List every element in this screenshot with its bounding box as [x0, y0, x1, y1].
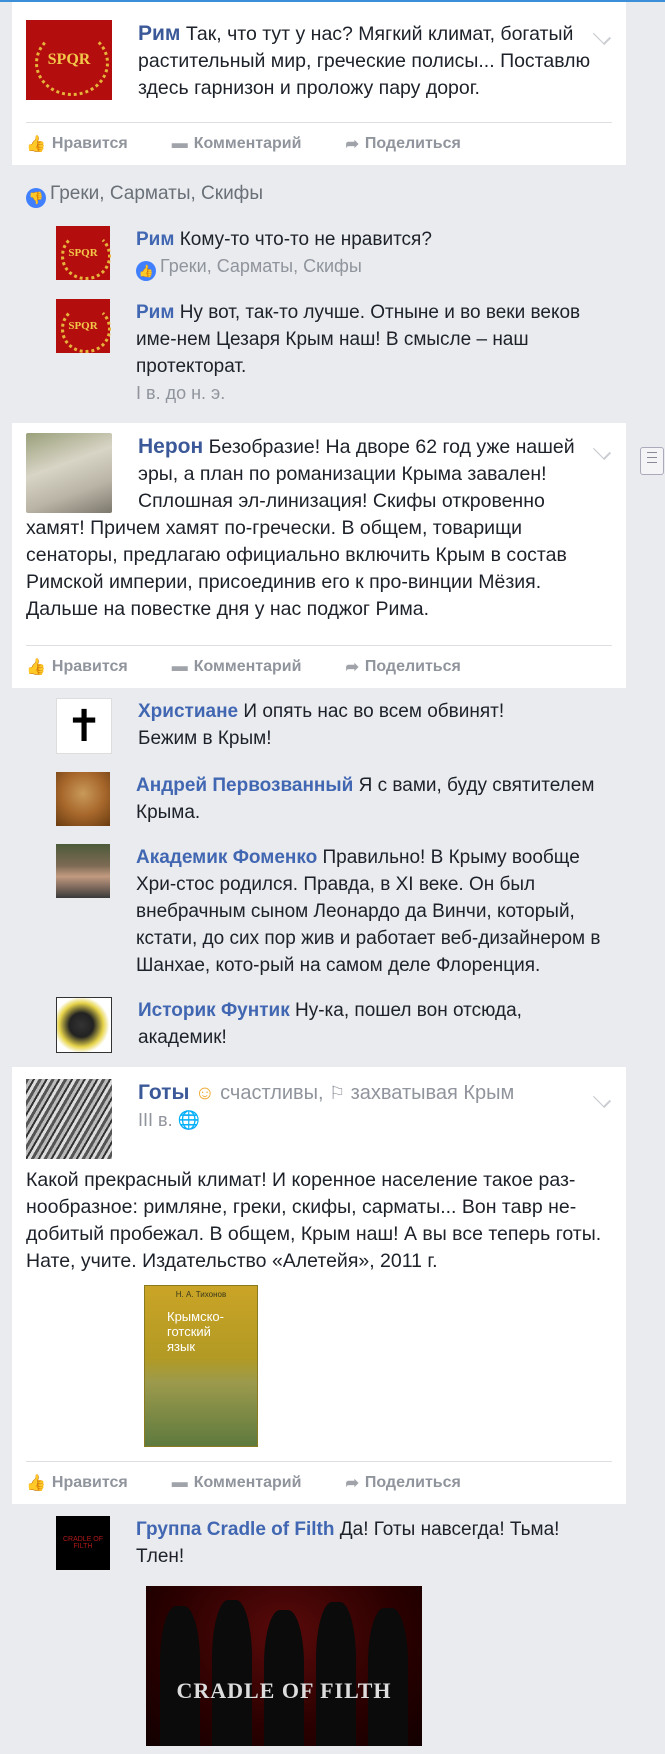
comment: Академик Фоменко Правильно! В Крыму вооб…: [12, 844, 626, 997]
comment-button[interactable]: ▬ Комментарий: [172, 135, 302, 153]
comment-icon: ▬: [171, 1474, 188, 1491]
like-button[interactable]: 👍 Нравится: [26, 657, 128, 677]
band-logo-text: CRADLE OF FILTH: [62, 1536, 104, 1550]
thumbs-up-icon: 👍: [26, 659, 46, 676]
cross-icon[interactable]: ✝: [56, 698, 112, 754]
comment: Историк Фунтик Ну-ка, пошел вон отсюда, …: [12, 997, 626, 1059]
avatar-text: SPQR: [47, 51, 91, 68]
post-neron: Нерон Безобразие! На дворе 62 год уже на…: [12, 423, 626, 688]
book-author: Н. А. Тихонов: [175, 1290, 227, 1299]
comment-likes-names: Греки, Сарматы, Скифы: [160, 256, 362, 276]
post-meta[interactable]: III в. 🌐: [138, 1107, 598, 1134]
share-label: Поделиться: [364, 658, 461, 675]
book-title: Крымско-готский язык: [167, 1309, 224, 1354]
comment-author[interactable]: Рим: [136, 229, 174, 250]
like-label: Нравится: [51, 658, 128, 675]
book-cover-image[interactable]: Н. А. Тихонов Крымско-готский язык: [144, 1285, 258, 1447]
like-label: Нравится: [51, 135, 128, 152]
comment-button[interactable]: ▬ Комментарий: [172, 658, 302, 676]
dislike-icon: 👎: [26, 188, 46, 208]
comment-meta: I в. до н. э.: [136, 383, 226, 403]
feeling-text: счастливы,: [220, 1082, 324, 1104]
post-time: III в.: [138, 1110, 173, 1130]
comment-text: Ну вот, так-то лучше. Отныне и во веки в…: [136, 302, 581, 377]
comment-list: CRADLE OF FILTH Группа Cradle of Filth Д…: [12, 1504, 626, 1754]
comment-icon: ▬: [171, 135, 188, 152]
share-button[interactable]: ➦ Поделиться: [345, 134, 460, 154]
post-author[interactable]: Рим: [138, 22, 180, 45]
avatar[interactable]: [56, 844, 110, 898]
comment: ✝ Христиане И опять нас во всем обвинят!…: [12, 698, 626, 772]
share-button[interactable]: ➦ Поделиться: [345, 657, 460, 677]
reaction-names: Греки, Сарматы, Скифы: [50, 183, 263, 204]
news-feed: SPQR Рим Так, что тут у нас? Мягкий клим…: [12, 2, 626, 1754]
comment: CRADLE OF FILTH Группа Cradle of Filth Д…: [12, 1516, 626, 1588]
share-arrow-icon: ➦: [345, 1475, 359, 1492]
post-goty: Готы ☺ счастливы, ⚐ захватывая Крым III …: [12, 1067, 626, 1504]
avatar-text: SPQR: [68, 247, 98, 259]
like-icon: 👍: [136, 261, 156, 281]
smile-icon: ☺: [194, 1082, 215, 1104]
comment-text: Кому-то что-то не нравится?: [179, 229, 432, 250]
comment-author[interactable]: Группа Cradle of Filth: [136, 1519, 335, 1540]
comment: SPQR Рим Ну вот, так-то лучше. Отныне и …: [12, 299, 626, 415]
avatar-text: SPQR: [68, 320, 98, 332]
comment: SPQR Рим Кому-то что-то не нравится? 👍 Гр…: [12, 226, 626, 299]
like-label: Нравится: [51, 1474, 128, 1491]
avatar[interactable]: CRADLE OF FILTH: [56, 1516, 110, 1570]
share-label: Поделиться: [364, 1474, 461, 1491]
comment-likes[interactable]: 👍 Греки, Сарматы, Скифы: [136, 253, 606, 281]
share-label: Поделиться: [364, 135, 461, 152]
comment-button[interactable]: ▬ Комментарий: [172, 1474, 302, 1492]
post-author[interactable]: Готы: [138, 1081, 189, 1104]
globe-icon: 🌐: [177, 1110, 201, 1130]
comment-author[interactable]: Историк Фунтик: [138, 1000, 290, 1021]
reaction-summary[interactable]: 👎 Греки, Сарматы, Скифы: [12, 165, 626, 226]
post-text: Так, что тут у нас? Мягкий климат, богат…: [138, 23, 591, 99]
comment-author[interactable]: Андрей Первозванный: [136, 775, 353, 796]
band-photo[interactable]: CRADLE OF FILTH: [146, 1586, 422, 1746]
avatar[interactable]: [26, 433, 112, 513]
scrollbar-handle[interactable]: [640, 447, 664, 475]
thumbs-up-icon: 👍: [26, 1475, 46, 1492]
comment-label: Комментарий: [193, 1474, 302, 1491]
comment-label: Комментарий: [193, 658, 302, 675]
comment-label: Комментарий: [193, 135, 302, 152]
avatar[interactable]: [56, 997, 112, 1053]
avatar[interactable]: SPQR: [56, 226, 111, 280]
share-button[interactable]: ➦ Поделиться: [345, 1473, 460, 1493]
comment-icon: ▬: [171, 658, 188, 675]
comment-author[interactable]: Рим: [136, 302, 174, 323]
comment-list: ✝ Христиане И опять нас во всем обвинят!…: [12, 688, 626, 1067]
activity-text[interactable]: захватывая Крым: [351, 1082, 515, 1104]
comment-author[interactable]: Академик Фоменко: [136, 847, 317, 868]
post-text: Какой прекрасный климат! И коренное насе…: [26, 1169, 602, 1272]
comment-author[interactable]: Христиане: [138, 701, 238, 722]
post-author[interactable]: Нерон: [138, 435, 203, 458]
band-logo-text: CRADLE OF FILTH: [176, 1678, 392, 1703]
share-arrow-icon: ➦: [345, 136, 359, 153]
avatar[interactable]: SPQR: [26, 20, 112, 100]
thumbs-up-icon: 👍: [26, 136, 46, 153]
flag-icon: ⚐: [329, 1083, 346, 1103]
like-button[interactable]: 👍 Нравится: [26, 134, 128, 154]
avatar[interactable]: [56, 772, 110, 826]
like-button[interactable]: 👍 Нравится: [26, 1473, 128, 1493]
comment: Андрей Первозванный Я с вами, буду святи…: [12, 772, 626, 844]
post-rim: SPQR Рим Так, что тут у нас? Мягкий клим…: [12, 2, 626, 165]
comment-list: SPQR Рим Кому-то что-то не нравится? 👍 Гр…: [12, 226, 626, 423]
avatar[interactable]: SPQR: [56, 299, 111, 353]
share-arrow-icon: ➦: [345, 659, 359, 676]
avatar[interactable]: [26, 1079, 112, 1159]
